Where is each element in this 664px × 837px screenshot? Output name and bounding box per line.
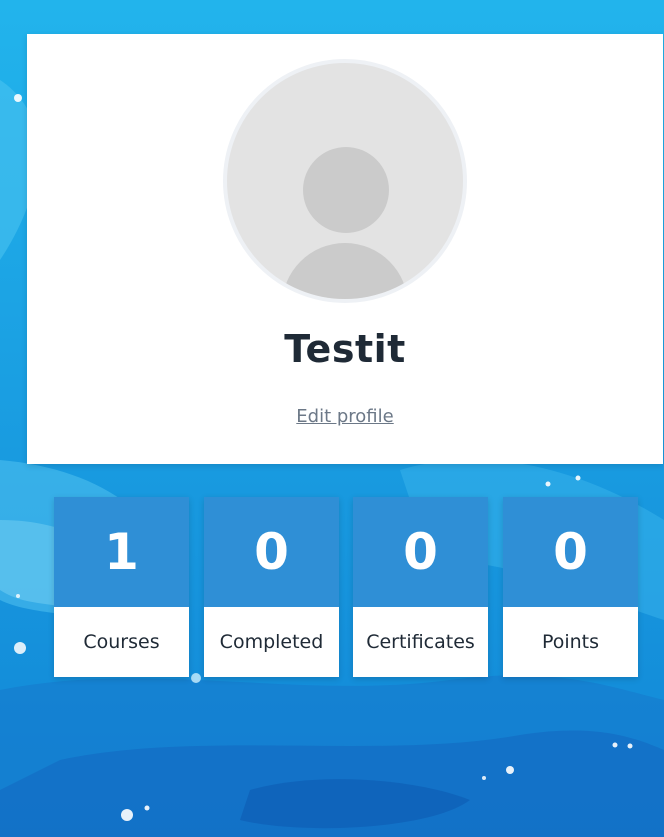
stat-value: 1 <box>54 497 189 607</box>
stats-row: 1 Courses 0 Completed 0 Certificates 0 P… <box>54 497 639 677</box>
stat-tile-points[interactable]: 0 Points <box>503 497 638 677</box>
stat-value: 0 <box>503 497 638 607</box>
stat-tile-courses[interactable]: 1 Courses <box>54 497 189 677</box>
stat-label: Courses <box>54 607 189 677</box>
user-placeholder-icon <box>223 59 467 303</box>
stat-value: 0 <box>353 497 488 607</box>
profile-card: Testit Edit profile <box>27 34 663 464</box>
stat-tile-certificates[interactable]: 0 Certificates <box>353 497 488 677</box>
avatar-head-shape <box>303 147 389 233</box>
stat-label: Completed <box>204 607 339 677</box>
avatar-body-shape <box>282 243 408 299</box>
stat-value: 0 <box>204 497 339 607</box>
stat-label: Points <box>503 607 638 677</box>
stat-tile-completed[interactable]: 0 Completed <box>204 497 339 677</box>
edit-profile-link[interactable]: Edit profile <box>27 406 663 427</box>
stat-label: Certificates <box>353 607 488 677</box>
profile-name: Testit <box>284 327 406 371</box>
